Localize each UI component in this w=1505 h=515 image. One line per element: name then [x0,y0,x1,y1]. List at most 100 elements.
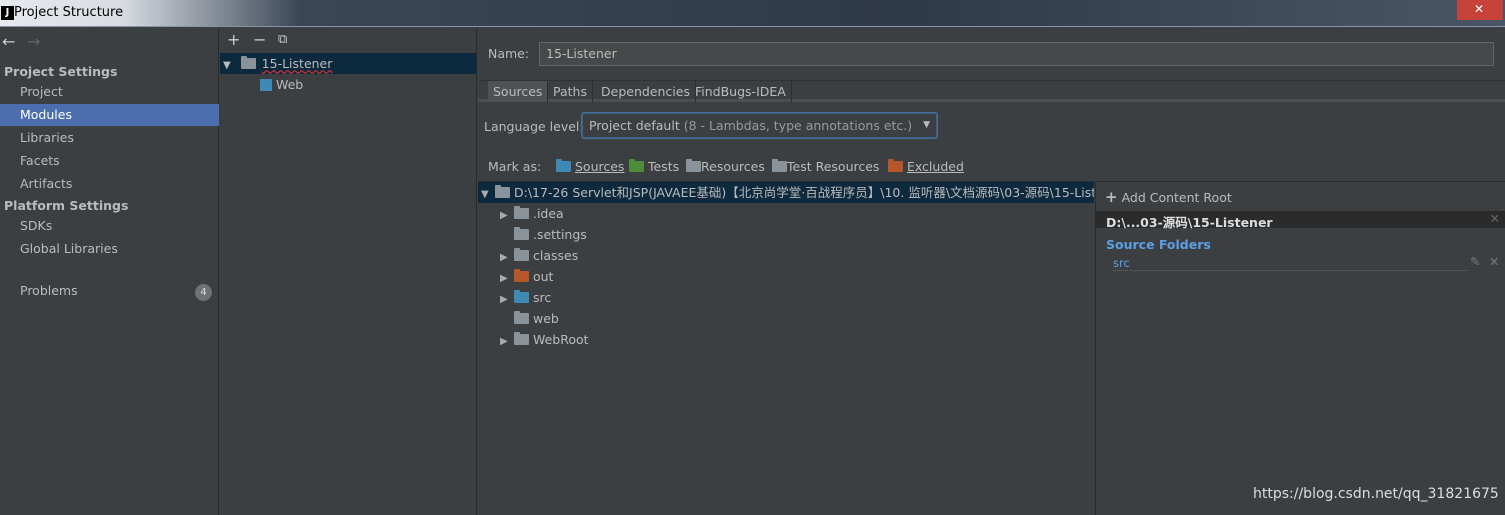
remove-source-folder-icon[interactable]: ✕ [1489,254,1499,269]
tab-dependencies[interactable]: Dependencies [596,81,696,102]
sidebar-item-problems[interactable]: Problems [0,280,219,302]
tree-folder-row[interactable]: web [478,308,1094,329]
content-tree: ▼ D:\17-26 Servlet和JSP(JAVAEE基础)【北京尚学堂·百… [478,181,1094,515]
folder-icon [495,185,510,198]
title-bar: J Project Structure [0,0,1505,27]
sidebar-item-modules[interactable]: Modules [0,104,219,126]
tab-sources[interactable]: Sources [488,81,549,102]
app-logo: J [1,6,14,20]
tree-item-web-facet[interactable]: Web [220,74,477,95]
mark-excluded-button[interactable]: Excluded [888,159,964,175]
copy-icon[interactable]: ⧉ [278,32,287,47]
modules-pane: + − ⧉ ▼ 15-Listener Web [220,28,477,515]
mark-test-resources-button[interactable]: Test Resources [772,159,879,175]
remove-icon[interactable]: − [253,30,266,49]
content-root-panel: + Add Content Root D:\...03-源码\15-Listen… [1095,181,1505,515]
content-root-path: D:\...03-源码\15-Listener [1106,215,1273,230]
mark-sources-label: Sources [574,159,625,174]
sidebar-item-global-libraries[interactable]: Global Libraries [0,238,219,260]
tree-folder-row[interactable]: ▶ WebRoot [478,329,1094,350]
tree-folder-row[interactable]: ▶ .idea [478,203,1094,224]
remove-content-root-icon[interactable]: ✕ [1490,211,1500,226]
folder-icon [514,311,529,324]
platform-settings-header: Platform Settings [4,198,129,213]
folder-icon [514,227,529,240]
language-level-select[interactable]: Project default (8 - Lambdas, type annot… [582,113,937,138]
close-window-button[interactable] [1457,0,1503,20]
expand-arrow-icon[interactable]: ▶ [500,205,514,226]
folder-icon [514,269,529,282]
sidebar-item-sdks[interactable]: SDKs [0,215,219,237]
edit-pencil-icon[interactable]: ✎ [1470,254,1480,269]
tab-paths[interactable]: Paths [548,81,593,102]
expand-arrow-icon[interactable]: ▼ [481,184,495,203]
forward-arrow-icon[interactable]: → [27,32,40,51]
mark-excluded-label: Excluded [906,159,964,174]
tree-folder-row[interactable]: ▶ src [478,287,1094,308]
tree-folder-row[interactable]: ▶ classes [478,245,1094,266]
chevron-down-icon: ▼ [923,120,930,130]
module-folder-icon [240,56,256,69]
expand-arrow-icon[interactable]: ▶ [500,268,514,289]
folder-icon [514,248,529,261]
facet-name: Web [275,77,304,92]
expand-arrow-icon[interactable]: ▶ [500,247,514,268]
tree-folder-row[interactable]: ▶ out [478,266,1094,287]
tree-root-row[interactable]: ▼ D:\17-26 Servlet和JSP(JAVAEE基础)【北京尚学堂·百… [478,182,1094,203]
folder-icon [514,206,529,219]
plus-icon: + [1105,188,1118,206]
tree-folder-row[interactable]: .settings [478,224,1094,245]
add-icon[interactable]: + [227,30,240,49]
mark-tests-button[interactable]: Tests [629,159,679,175]
language-level-hint: (8 - Lambdas, type annotations etc.) [683,118,913,133]
sidebar-item-facets[interactable]: Facets [0,150,219,172]
mark-as-label: Mark as: [488,159,542,174]
folder-name: .idea [532,206,564,221]
tree-item-module[interactable]: ▼ 15-Listener [220,53,477,74]
folder-icon [514,290,529,303]
tab-bar: Sources Paths Dependencies FindBugs-IDEA [478,80,1505,102]
root-path: D:\17-26 Servlet和JSP(JAVAEE基础)【北京尚学堂·百战程… [513,185,1094,200]
source-folder-src[interactable]: src [1113,256,1468,271]
problems-count-badge: 4 [195,284,212,301]
source-folders-header: Source Folders [1106,237,1211,252]
folder-name: web [532,311,559,326]
sidebar-item-libraries[interactable]: Libraries [0,127,219,149]
excluded-folder-icon [888,159,903,172]
mark-resources-button[interactable]: Resources [686,159,765,175]
module-name-input[interactable]: 15-Listener [539,42,1494,66]
module-name: 15-Listener [261,56,333,71]
tab-findbugs[interactable]: FindBugs-IDEA [690,81,792,102]
folder-name: src [532,290,552,305]
folder-name: out [532,269,554,284]
web-facet-icon [260,79,272,91]
folder-name: WebRoot [532,332,589,347]
sidebar: ← → Project Settings Project Modules Lib… [0,28,219,515]
back-arrow-icon[interactable]: ← [2,32,15,51]
mark-test-resources-label: Test Resources [787,159,880,174]
add-content-root-button[interactable]: + Add Content Root [1105,188,1232,206]
language-level-value: Project default [589,118,680,133]
content-root-header: D:\...03-源码\15-Listener ✕ [1096,211,1505,230]
expand-arrow-icon[interactable]: ▼ [223,60,231,71]
folder-name: .settings [532,227,587,242]
mark-resources-label: Resources [701,159,765,174]
name-label: Name: [488,46,530,61]
project-settings-header: Project Settings [4,64,118,79]
folder-icon [514,332,529,345]
sidebar-item-artifacts[interactable]: Artifacts [0,173,219,195]
resources-folder-icon [686,159,701,172]
watermark: https://blog.csdn.net/qq_31821675 [1253,486,1499,502]
expand-arrow-icon[interactable]: ▶ [500,289,514,310]
mark-sources-button[interactable]: Sources [556,159,624,175]
test-resources-folder-icon [772,159,787,172]
folder-name: classes [532,248,579,263]
sidebar-item-project[interactable]: Project [0,81,219,103]
module-settings: Name: 15-Listener Sources Paths Dependen… [478,28,1505,515]
sources-folder-icon [556,159,571,172]
tests-folder-icon [629,159,644,172]
window-title: Project Structure [14,5,124,20]
expand-arrow-icon[interactable]: ▶ [500,331,514,352]
mark-tests-label: Tests [647,159,680,174]
add-content-root-label: Add Content Root [1121,190,1232,205]
